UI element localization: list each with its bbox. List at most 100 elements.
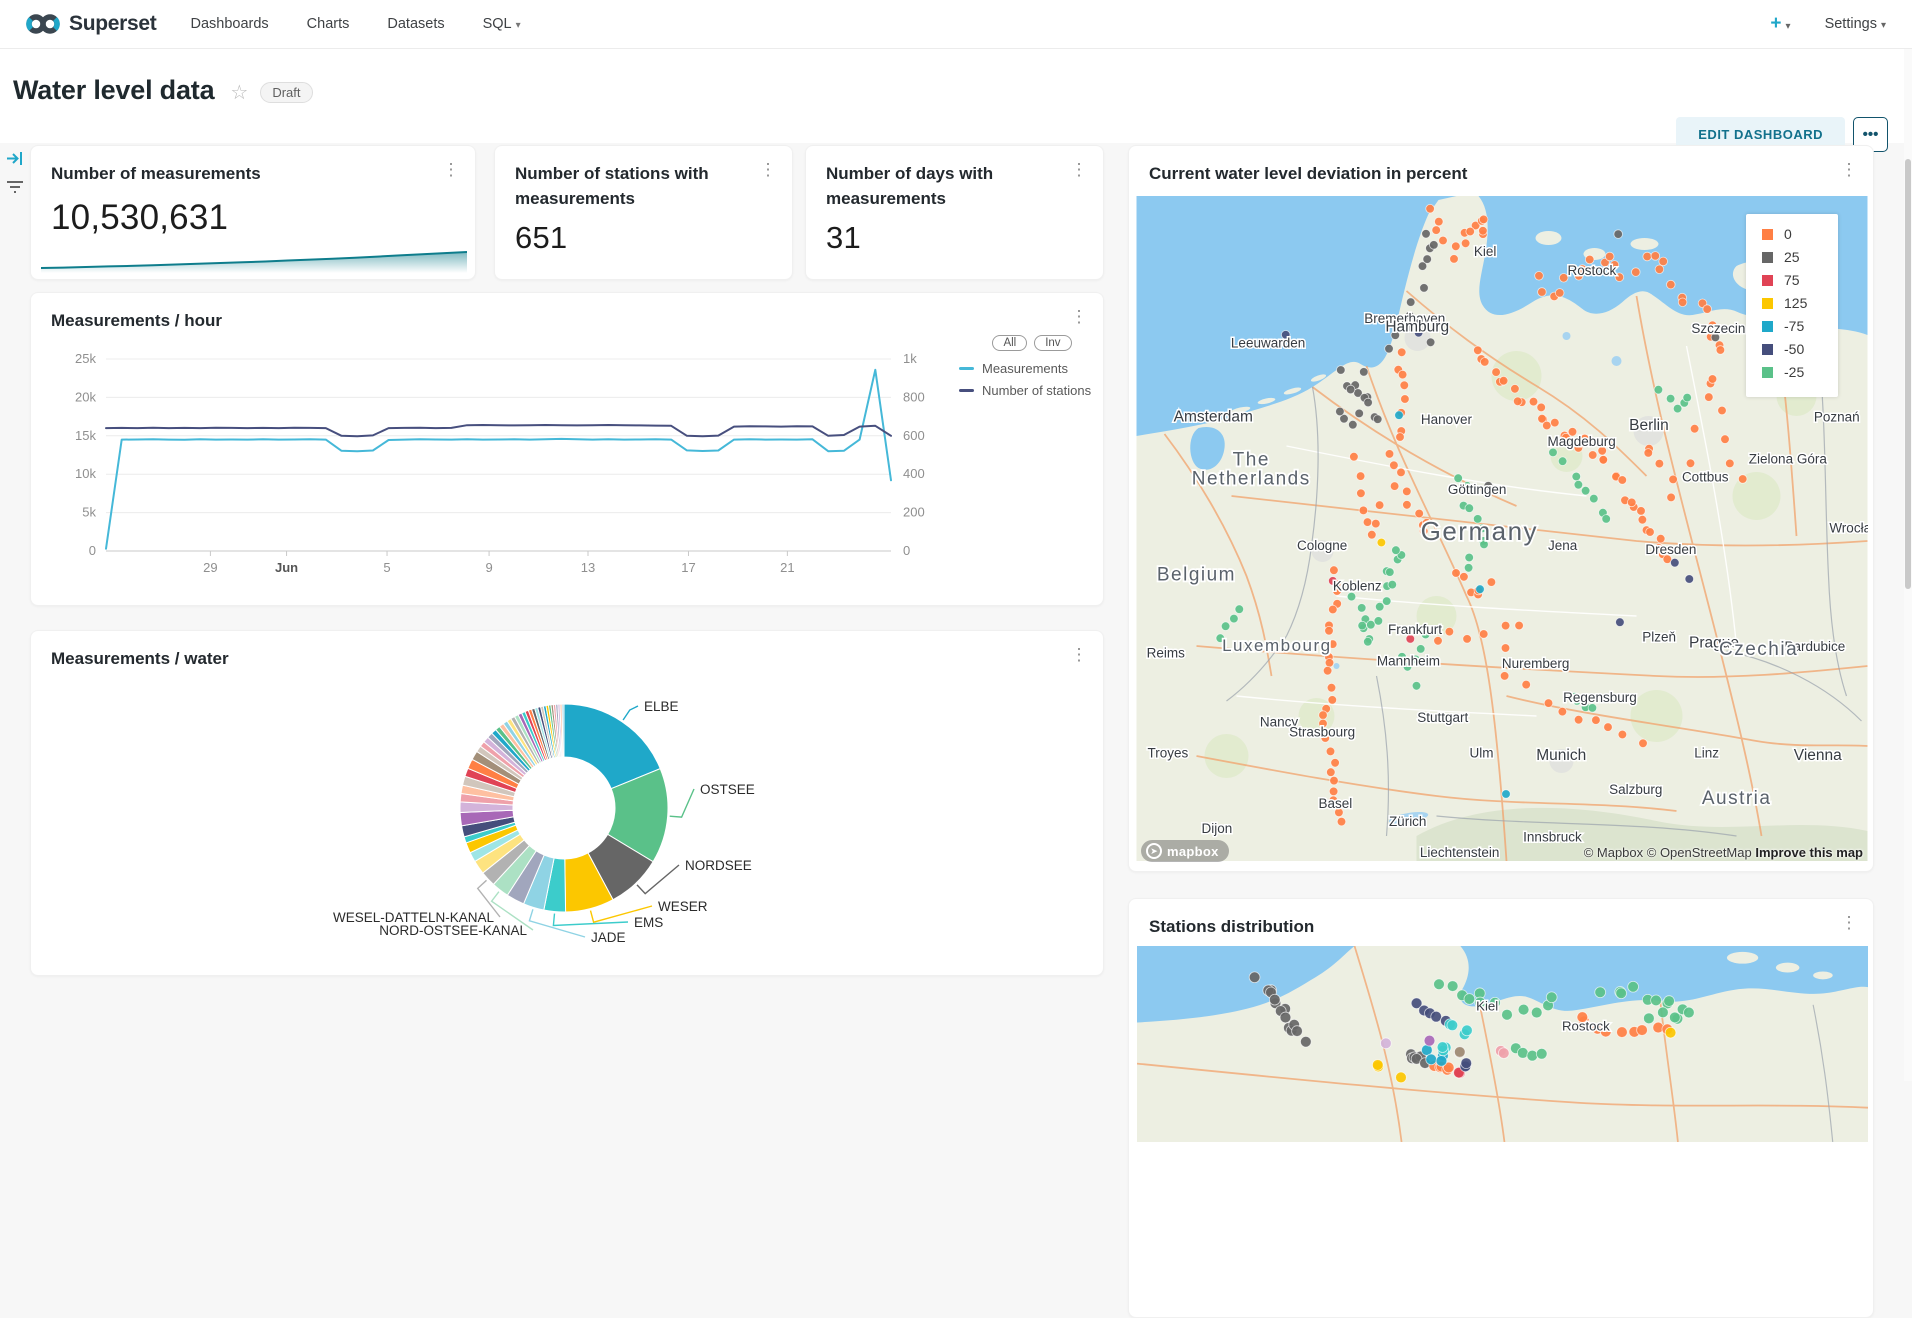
nav-item-sql[interactable]: SQL▾: [483, 16, 521, 32]
chart-options-kebab-icon[interactable]: ⋮: [1069, 307, 1089, 327]
kpi-title: Number of stations with measurements: [515, 162, 745, 211]
line-chart-canvas[interactable]: 005k20010k40015k60020k80025k1k29Jun59131…: [47, 333, 967, 633]
chart-options-kebab-icon[interactable]: ⋮: [441, 160, 461, 180]
svg-text:Belgium: Belgium: [1157, 564, 1236, 585]
svg-text:Jun: Jun: [275, 560, 298, 575]
legend-swatch: [959, 389, 974, 392]
svg-text:Poznań: Poznań: [1814, 409, 1860, 424]
svg-text:Koblenz: Koblenz: [1333, 578, 1382, 593]
map-legend-item[interactable]: 0: [1762, 226, 1838, 242]
svg-text:9: 9: [485, 560, 492, 575]
legend-swatch: [959, 367, 974, 370]
svg-text:Magdeburg: Magdeburg: [1548, 434, 1616, 449]
legend-swatch: [1762, 229, 1773, 240]
svg-text:Berlin: Berlin: [1629, 417, 1669, 434]
svg-text:Wrocław: Wrocław: [1829, 520, 1868, 535]
svg-text:JADE: JADE: [591, 930, 626, 945]
stations-distribution-card: Stations distribution ⋮ KielRostock: [1128, 898, 1874, 1318]
map-legend-item[interactable]: -25: [1762, 364, 1838, 380]
svg-text:800: 800: [903, 389, 925, 404]
scrollbar-thumb[interactable]: [1905, 159, 1911, 589]
map-legend-item[interactable]: -50: [1762, 341, 1838, 357]
legend-all-button[interactable]: All: [992, 335, 1027, 351]
brand-name: Superset: [69, 12, 156, 36]
svg-text:Cottbus: Cottbus: [1682, 469, 1729, 484]
svg-text:Germany: Germany: [1421, 516, 1538, 546]
expand-filter-bar-icon[interactable]: [5, 150, 25, 172]
chart-options-kebab-icon[interactable]: ⋮: [1069, 160, 1089, 180]
svg-text:Leeuwarden: Leeuwarden: [1231, 336, 1305, 351]
legend-label: Measurements: [982, 361, 1068, 376]
svg-text:21: 21: [780, 560, 794, 575]
legend-swatch: [1762, 252, 1773, 263]
chart-options-kebab-icon[interactable]: ⋮: [1839, 160, 1859, 180]
kpi-title: Number of days with measurements: [826, 162, 1056, 211]
map-legend-item[interactable]: 25: [1762, 249, 1838, 265]
svg-text:Strasbourg: Strasbourg: [1289, 725, 1355, 740]
svg-text:Kiel: Kiel: [1476, 999, 1498, 1014]
svg-text:Innsbruck: Innsbruck: [1523, 830, 1582, 845]
top-navbar: Superset Dashboards Charts Datasets SQL▾ +▾…: [0, 0, 1912, 49]
svg-text:Salzburg: Salzburg: [1609, 782, 1662, 797]
page-title: Water level data: [13, 75, 214, 106]
favorite-star-icon[interactable]: ☆: [230, 80, 248, 105]
chart-title: Current water level deviation in percent: [1149, 162, 1467, 187]
svg-text:200: 200: [903, 505, 925, 520]
kpi-title: Number of measurements: [51, 162, 261, 187]
page-scrollbar[interactable]: [1904, 49, 1912, 1081]
nav-item-datasets[interactable]: Datasets: [387, 16, 444, 32]
map-legend-item[interactable]: 75: [1762, 272, 1838, 288]
svg-text:13: 13: [581, 560, 595, 575]
chevron-down-icon: ▾: [1786, 21, 1791, 32]
improve-map-link[interactable]: Improve this map: [1755, 845, 1863, 860]
chart-options-kebab-icon[interactable]: ⋮: [1839, 913, 1859, 933]
svg-text:Hamburg: Hamburg: [1385, 319, 1449, 336]
measurements-per-water-card: Measurements / water ⋮ ELBEOSTSEENORDSEE…: [30, 630, 1104, 976]
chart-legend: All Inv Measurements Number of stations: [959, 335, 1105, 405]
nav-item-charts[interactable]: Charts: [307, 16, 350, 32]
kpi-sparkline-chart[interactable]: [41, 247, 467, 273]
map-legend-item[interactable]: -75: [1762, 318, 1838, 334]
legend-label: 25: [1784, 249, 1800, 265]
svg-text:NORD-OSTSEE-KANAL: NORD-OSTSEE-KANAL: [379, 923, 527, 938]
svg-text:Reims: Reims: [1147, 646, 1186, 661]
map-canvas[interactable]: Kiel Rostock: [1137, 946, 1868, 1142]
chart-options-kebab-icon[interactable]: ⋮: [758, 160, 778, 180]
legend-label: 0: [1784, 226, 1792, 242]
svg-text:Stuttgart: Stuttgart: [1417, 710, 1468, 725]
legend-swatch: [1762, 321, 1773, 332]
svg-text:Munich: Munich: [1536, 747, 1586, 764]
svg-text:Mannheim: Mannheim: [1377, 653, 1440, 668]
svg-text:Zürich: Zürich: [1389, 814, 1427, 829]
svg-text:Dijon: Dijon: [1202, 821, 1233, 836]
svg-text:Kiel: Kiel: [1474, 244, 1497, 259]
svg-text:Rostock: Rostock: [1562, 1018, 1610, 1033]
svg-text:29: 29: [203, 560, 217, 575]
nav-menu: Dashboards Charts Datasets SQL▾: [190, 16, 520, 32]
chevron-down-icon: ▾: [1881, 20, 1886, 31]
legend-label: -25: [1784, 364, 1804, 380]
kpi-card-days: Number of days with measurements ⋮ 31: [805, 145, 1104, 280]
legend-item[interactable]: Number of stations: [959, 383, 1105, 398]
mapbox-wordmark: mapbox: [1167, 844, 1219, 859]
svg-text:Linz: Linz: [1694, 745, 1719, 760]
nav-item-dashboards[interactable]: Dashboards: [190, 16, 268, 32]
svg-text:600: 600: [903, 428, 925, 443]
filter-icon[interactable]: [5, 178, 25, 201]
svg-text:Frankfurt: Frankfurt: [1388, 622, 1442, 637]
svg-text:EMS: EMS: [634, 915, 663, 930]
legend-item[interactable]: Measurements: [959, 361, 1105, 376]
svg-text:Dresden: Dresden: [1645, 542, 1696, 557]
new-item-button[interactable]: +▾: [1770, 13, 1790, 35]
kpi-value: 10,530,631: [51, 198, 228, 238]
legend-inv-button[interactable]: Inv: [1034, 335, 1071, 351]
legend-label: Number of stations: [982, 383, 1091, 398]
svg-text:Regensburg: Regensburg: [1563, 690, 1637, 705]
map-legend-item[interactable]: 125: [1762, 295, 1838, 311]
donut-chart-canvas[interactable]: ELBEOSTSEENORDSEEWESEREMSJADENORD-OSTSEE…: [31, 631, 1105, 977]
mapbox-logo[interactable]: ➤ mapbox: [1141, 840, 1229, 862]
svg-text:NORDSEE: NORDSEE: [685, 858, 752, 873]
settings-menu[interactable]: Settings▾: [1825, 16, 1886, 32]
superset-logo[interactable]: Superset: [26, 12, 156, 36]
mapbox-icon: ➤: [1146, 843, 1162, 859]
